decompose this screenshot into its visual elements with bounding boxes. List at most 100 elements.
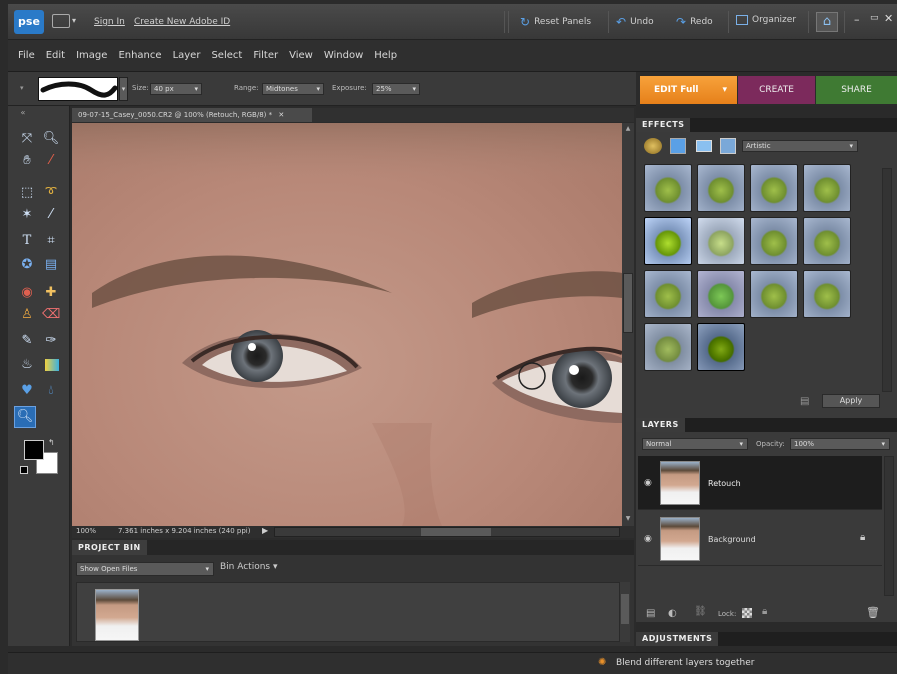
effect-thumbnail[interactable] [644, 217, 692, 265]
new-layer-icon[interactable]: ▤ [646, 608, 655, 619]
effect-thumbnail[interactable] [750, 270, 798, 318]
paint-bucket-tool-icon[interactable]: ♨ [18, 356, 36, 374]
home-icon[interactable]: ⌂ [816, 12, 838, 32]
foreground-color-swatch[interactable] [24, 440, 44, 460]
menu-file[interactable]: File [18, 50, 35, 61]
effect-thumbnail[interactable] [697, 270, 745, 318]
brush-tool-icon[interactable]: ✎ [18, 332, 36, 350]
size-field[interactable]: 40 px ▾ [150, 83, 202, 95]
reset-panels-button[interactable]: ↻ Reset Panels [520, 15, 591, 29]
move-tool-icon[interactable]: ⤧ [18, 130, 36, 148]
adjustment-layer-icon[interactable]: ◐ [668, 608, 677, 619]
undo-button[interactable]: ↶ Undo [616, 15, 654, 29]
show-all-icon[interactable] [720, 138, 736, 154]
clone-stamp-tool-icon[interactable]: ♙ [18, 306, 36, 324]
lasso-tool-icon[interactable]: ➰︎ [42, 184, 60, 202]
status-menu-icon[interactable]: ▶ [262, 526, 268, 535]
photo-effects-icon[interactable] [696, 140, 712, 152]
image-canvas[interactable] [72, 123, 622, 526]
close-icon[interactable]: ✕ [884, 12, 893, 25]
maximize-icon[interactable]: ▭ [870, 13, 879, 23]
effect-thumbnail[interactable] [697, 323, 745, 371]
layers-scrollbar[interactable] [884, 456, 894, 596]
eraser-tool-icon[interactable]: ⌫ [42, 306, 60, 324]
open-file-thumbnail[interactable] [95, 589, 139, 641]
marquee-tool-icon[interactable]: ⬚ [18, 184, 36, 202]
eyedropper-tool-icon[interactable]: ⁄ [42, 152, 60, 170]
default-colors-icon[interactable] [20, 466, 28, 474]
project-bin-scroll-thumb[interactable] [621, 594, 629, 624]
sponge-tool-icon[interactable]: 🔍︎ [14, 406, 36, 428]
layer-styles-icon[interactable] [670, 138, 686, 154]
crop-tool-icon[interactable]: ⌗ [42, 232, 60, 250]
effect-thumbnail[interactable] [644, 323, 692, 371]
bin-actions-menu[interactable]: Bin Actions ▾ [220, 562, 278, 572]
gradient-tool-icon[interactable] [45, 359, 59, 371]
layer-row-background[interactable]: ◉ Background 🔒︎ [638, 512, 882, 566]
type-tool-icon[interactable]: T [18, 232, 36, 250]
menu-help[interactable]: Help [374, 50, 397, 61]
custom-shape-tool-icon[interactable]: ♥ [18, 382, 36, 400]
effect-thumbnail[interactable] [803, 164, 851, 212]
quick-selection-tool-icon[interactable]: ⁄ [42, 206, 60, 224]
link-layers-icon[interactable]: ⛓︎ [694, 606, 707, 617]
delete-layer-icon[interactable]: 🗑︎ [866, 606, 880, 619]
project-bin-title[interactable]: PROJECT BIN [72, 540, 147, 555]
show-open-files-select[interactable]: Show Open Files ▾ [76, 562, 214, 576]
menu-filter[interactable]: Filter [253, 50, 278, 61]
create-adobe-id-link[interactable]: Create New Adobe ID [134, 17, 230, 27]
brush-preview[interactable] [38, 77, 118, 101]
range-select[interactable]: Midtones ▾ [262, 83, 324, 95]
hand-tool-icon[interactable]: ✋︎ [18, 152, 36, 170]
horizontal-scrollbar[interactable] [274, 527, 620, 537]
adjustments-title[interactable]: ADJUSTMENTS [636, 632, 719, 646]
effect-thumbnail[interactable] [644, 270, 692, 318]
opacity-field[interactable]: 100% ▾ [790, 438, 890, 450]
vertical-scroll-thumb[interactable] [623, 273, 633, 333]
menu-enhance[interactable]: Enhance [118, 50, 161, 61]
vertical-scrollbar[interactable]: ▲ ▼ [622, 123, 634, 526]
effect-thumbnail[interactable] [803, 217, 851, 265]
organizer-button[interactable]: Organizer [736, 15, 796, 25]
effects-title[interactable]: EFFECTS [636, 118, 691, 132]
straighten-tool-icon[interactable]: ▤ [42, 256, 60, 274]
close-document-icon[interactable]: ✕ [278, 111, 284, 119]
layout-icon[interactable] [52, 14, 70, 28]
tab-share[interactable]: SHARE [816, 76, 897, 104]
smart-brush-tool-icon[interactable]: ✑ [42, 332, 60, 350]
healing-brush-tool-icon[interactable]: ✚ [42, 284, 60, 302]
exposure-field[interactable]: 25% ▾ [372, 83, 420, 95]
apply-button[interactable]: Apply [822, 394, 880, 408]
redo-button[interactable]: ↷ Redo [676, 15, 713, 29]
zoom-tool-icon[interactable]: 🔍︎ [42, 130, 60, 148]
trash-icon[interactable]: ▤ [800, 396, 809, 407]
project-bin-scrollbar[interactable] [620, 582, 630, 642]
collapse-toolbox-icon[interactable]: « [14, 104, 32, 122]
cookie-cutter-tool-icon[interactable]: ✪ [18, 256, 36, 274]
minimize-icon[interactable]: – [854, 13, 860, 26]
effects-category-select[interactable]: Artistic ▾ [742, 140, 858, 152]
menu-image[interactable]: Image [76, 50, 107, 61]
tab-create[interactable]: CREATE [738, 76, 815, 104]
tool-preset-chevron-icon[interactable]: ▾ [20, 84, 24, 92]
menu-view[interactable]: View [289, 50, 313, 61]
layers-title[interactable]: LAYERS [636, 418, 685, 432]
effect-thumbnail[interactable] [750, 217, 798, 265]
blur-tool-icon[interactable]: 💧︎ [42, 382, 60, 400]
red-eye-tool-icon[interactable]: ◉ [18, 284, 36, 302]
filters-icon[interactable] [644, 138, 662, 154]
swap-colors-icon[interactable]: ↰ [48, 438, 55, 447]
tab-edit-full[interactable]: EDIT Full ▾ [640, 76, 737, 104]
layer-row-retouch[interactable]: ◉ Retouch [638, 456, 882, 510]
menu-window[interactable]: Window [324, 50, 363, 61]
effect-thumbnail[interactable] [803, 270, 851, 318]
lock-all-icon[interactable]: 🔒︎ [762, 606, 767, 617]
effect-thumbnail[interactable] [750, 164, 798, 212]
eye-icon[interactable]: ◉ [644, 534, 652, 544]
effect-thumbnail[interactable] [697, 217, 745, 265]
menu-edit[interactable]: Edit [46, 50, 65, 61]
horizontal-scroll-thumb[interactable] [421, 528, 491, 536]
eye-icon[interactable]: ◉ [644, 478, 652, 488]
sign-in-link[interactable]: Sign In [94, 17, 125, 27]
menu-select[interactable]: Select [211, 50, 242, 61]
